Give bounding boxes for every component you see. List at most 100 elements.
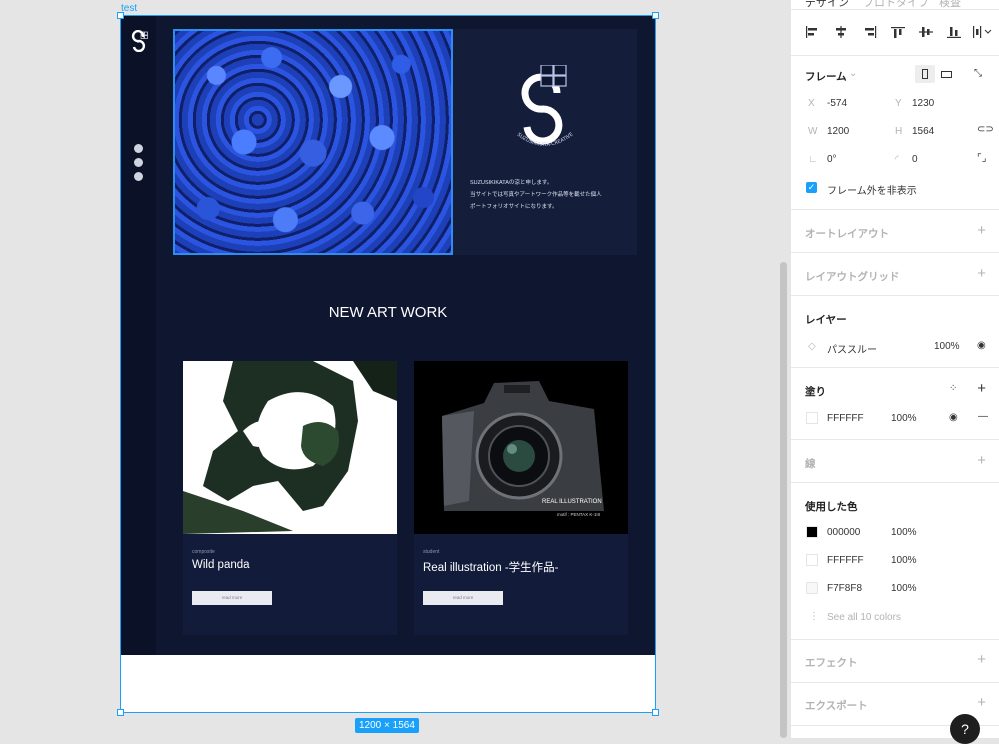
image-caption: REAL ILLUSTRATION [542,499,602,505]
color-opacity: 100% [891,527,917,538]
design-canvas[interactable]: test SUZUSIKIKATA-CREATIVE SUZUSIKIKATAの… [0,0,780,738]
align-horizontal-center-icon[interactable] [834,26,848,38]
tab-design[interactable]: デザイン [805,0,849,10]
intro-line: 当サイトでは写真やアートワーク作品等を載せた個人 [470,192,602,198]
fill-swatch[interactable] [806,412,818,424]
brand-logo-icon: SUZUSIKIKATA-CREATIVE [516,65,575,148]
y-label: Y [895,98,902,109]
blend-mode-dropdown[interactable]: パススルー [827,341,877,356]
color-swatch[interactable] [806,554,818,566]
rotation-field[interactable]: 0° [827,154,837,165]
card-category: composite [192,549,215,555]
site-sidebar [121,16,156,655]
website-mockup: SUZUSIKIKATA-CREATIVE SUZUSIKIKATAの涼と申しま… [121,16,655,655]
resize-handle-top-left[interactable] [117,12,124,19]
fill-opacity-field[interactable]: 100% [891,413,917,424]
height-field[interactable]: 1564 [912,126,934,137]
frame-section: フレーム ⌄ ⤡ X -574 Y 1230 W 1200 H 1564 ⊂⊃ … [791,56,999,210]
resize-handle-bottom-left[interactable] [117,709,124,716]
align-left-icon[interactable] [805,26,819,38]
layout-grid-title: レイアウトグリッド [805,271,900,283]
more-dots-icon: ⋮ [809,611,819,622]
artwork-card[interactable]: REAL ILLUSTRATION motif : PENTAX K-1III … [414,361,628,635]
x-field[interactable]: -574 [827,98,847,109]
resize-handle-bottom-right[interactable] [652,709,659,716]
align-bottom-icon[interactable] [947,26,961,38]
color-opacity: 100% [891,555,917,566]
card-title: Real illustration -学生作品- [423,562,559,574]
h-label: H [895,126,903,137]
eye-icon[interactable]: ◉ [949,412,958,423]
auto-layout-title: オートレイアウト [805,228,889,240]
read-more-button[interactable]: read more [423,591,503,605]
used-colors-title: 使用した色 [805,501,858,513]
card-category: student [423,549,440,555]
remove-fill-icon[interactable]: — [978,411,988,422]
frame-size-badge: 1200 × 1564 [355,718,419,733]
layer-title: レイヤー [805,314,847,326]
intro-text: SUZUSIKIKATAの涼と申します。 当サイトでは写真やアートワーク作品等を… [470,177,630,213]
eye-icon[interactable]: ◉ [977,340,986,351]
layout-grid-section: レイアウトグリッド + [791,253,999,296]
read-more-button[interactable]: read more [192,591,272,605]
landscape-icon[interactable] [941,71,952,78]
used-colors-section: 使用した色 000000 100% FFFFFF 100% F7F8F8 100… [791,483,999,640]
camera-illustration-image: REAL ILLUSTRATION motif : PENTAX K-1III [414,361,628,534]
color-hex: 000000 [827,527,861,538]
tab-inspect[interactable]: 検査 [939,0,961,10]
add-stroke-icon[interactable]: + [977,453,986,468]
artwork-card[interactable]: composite Wild panda read more [183,361,397,635]
add-export-icon[interactable]: + [977,695,986,710]
corner-radius-field[interactable]: 0 [912,154,918,165]
facebook-icon[interactable] [134,144,143,153]
add-auto-layout-icon[interactable]: + [977,223,986,238]
align-vertical-center-icon[interactable] [919,26,933,38]
independent-corners-icon[interactable]: ⌜⌟ [977,153,986,164]
constrain-proportions-icon[interactable]: ⊂⊃ [977,124,994,135]
tab-prototype[interactable]: プロトタイプ [863,0,929,10]
wild-panda-image [183,361,397,534]
y-field[interactable]: 1230 [912,98,934,109]
instagram-icon[interactable] [134,158,143,167]
resize-handle-top-right[interactable] [652,12,659,19]
clip-content-checkbox[interactable]: ✓ [806,182,817,193]
layer-opacity-field[interactable]: 100% [934,341,960,352]
add-effect-icon[interactable]: + [977,652,986,667]
color-hex: F7F8F8 [827,583,863,594]
style-grid-icon[interactable]: ⁘ [949,383,957,394]
blend-mode-icon: ◇ [808,341,816,352]
see-all-colors-link[interactable]: See all 10 colors [827,612,901,623]
color-swatch[interactable] [806,526,818,538]
color-swatch[interactable] [806,582,818,594]
panel-scrollbar[interactable] [780,262,787,738]
intro-line: ポートフォリオサイトになります。 [470,204,558,210]
properties-panel: デザイン プロトタイプ 検査 フレーム ⌄ ⤡ X -574 Y 1230 W … [790,0,999,738]
align-top-icon[interactable] [891,26,905,38]
help-button[interactable]: ? [950,714,980,744]
add-fill-icon[interactable]: + [977,381,986,396]
color-hex: FFFFFF [827,555,864,566]
align-right-icon[interactable] [863,26,877,38]
export-title: エクスポート [805,700,868,712]
frame-section-title[interactable]: フレーム [805,69,847,84]
stroke-title: 線 [805,458,816,470]
distribute-icon[interactable] [973,26,993,38]
hero-flower-photo [173,29,453,255]
selected-frame[interactable]: SUZUSIKIKATA-CREATIVE SUZUSIKIKATAの涼と申しま… [117,12,659,716]
portrait-frame-toggle[interactable] [915,65,935,83]
effects-section: エフェクト + [791,640,999,683]
clip-content-label: フレーム外を非表示 [827,186,917,197]
add-layout-grid-icon[interactable]: + [977,266,986,281]
fill-hex-field[interactable]: FFFFFF [827,413,864,424]
image-subcaption: motif : PENTAX K-1III [557,512,601,517]
alignment-toolbar [791,10,999,56]
resize-to-fit-icon[interactable]: ⤡ [974,68,982,79]
auto-layout-section: オートレイアウト + [791,210,999,253]
twitter-icon[interactable] [134,172,143,181]
portrait-icon [922,69,928,79]
section-title: NEW ART WORK [328,304,448,321]
width-field[interactable]: 1200 [827,126,849,137]
fill-title: 塗り [805,386,826,398]
chevron-down-icon[interactable]: ⌄ [849,68,857,79]
layer-section: レイヤー ◇ パススルー 100% ◉ [791,296,999,368]
